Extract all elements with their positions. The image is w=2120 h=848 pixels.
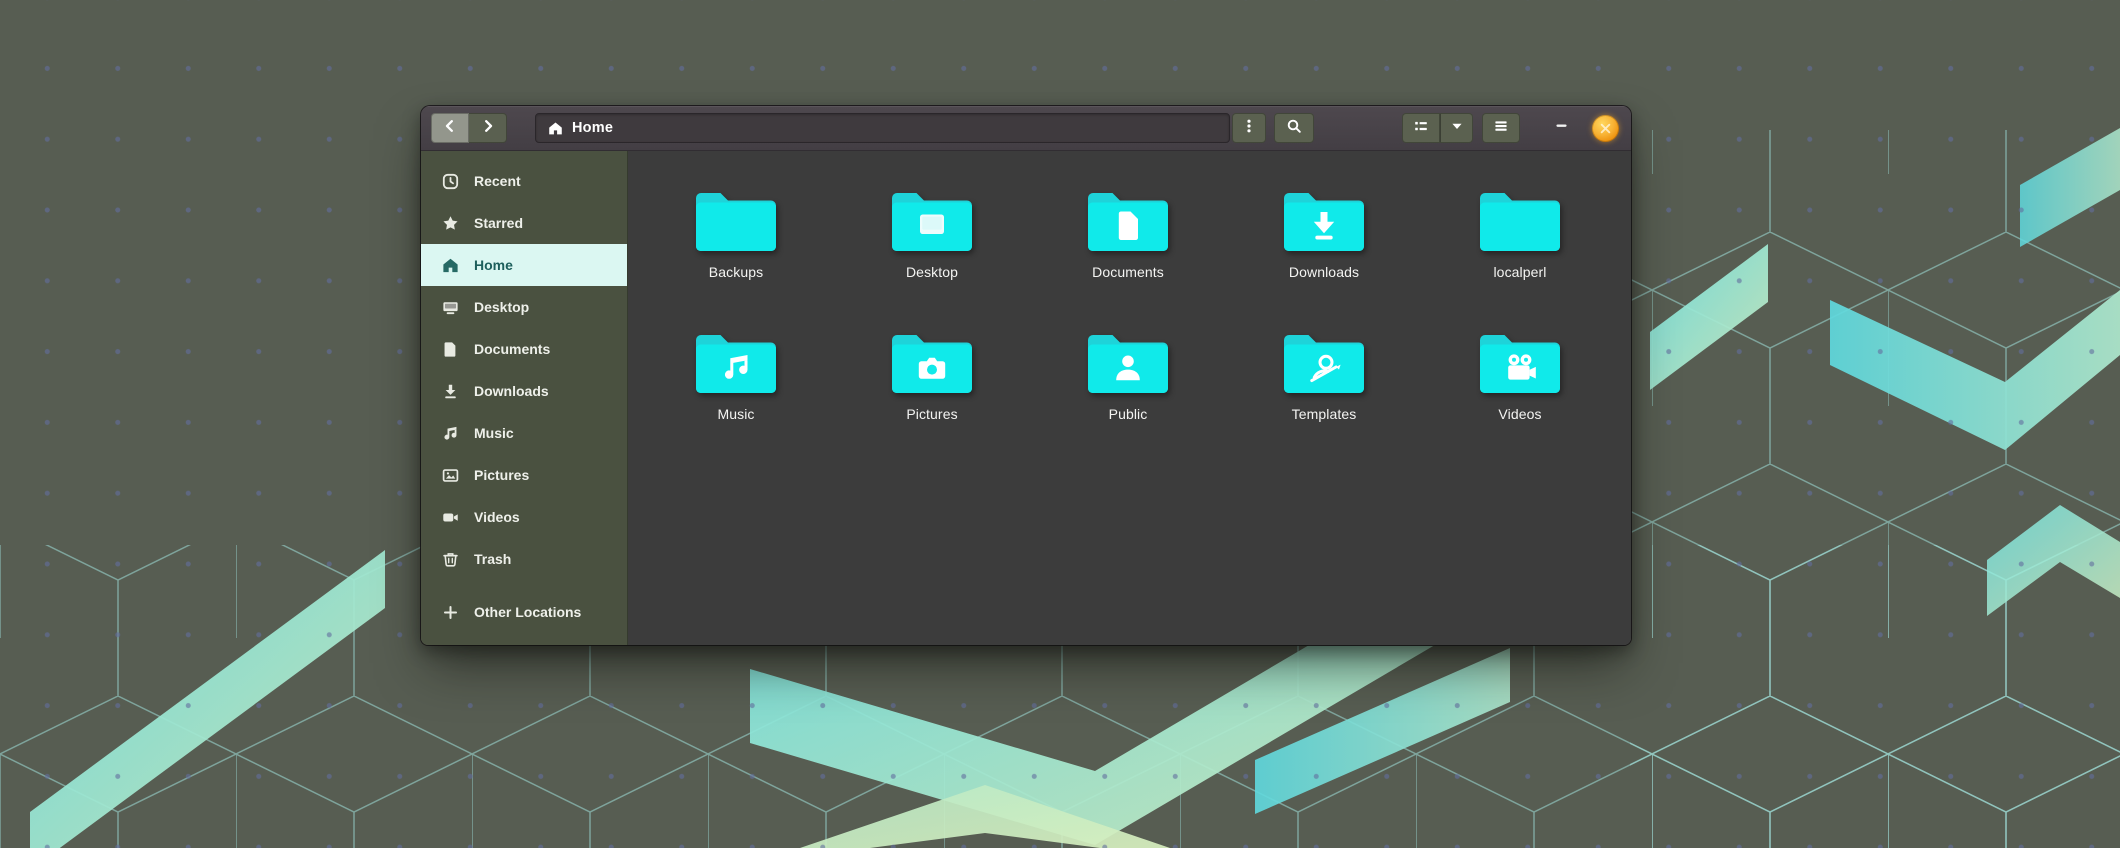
file-item-templates[interactable]: Templates bbox=[1226, 327, 1422, 469]
window-body: Recent Starred Home Desktop Documents Downloa… bbox=[421, 151, 1631, 645]
file-label: Pictures bbox=[906, 406, 958, 422]
sidebar-item-pictures[interactable]: Pictures bbox=[421, 454, 627, 496]
file-item-desktop[interactable]: Desktop bbox=[834, 185, 1030, 327]
sidebar-item-label: Trash bbox=[474, 551, 512, 567]
file-label: Public bbox=[1108, 406, 1148, 422]
sidebar-item-music[interactable]: Music bbox=[421, 412, 627, 454]
sidebar-item-videos[interactable]: Videos bbox=[421, 496, 627, 538]
file-manager-window: Home Recent Starred Home Desktop Documen… bbox=[421, 106, 1631, 645]
file-item-music[interactable]: Music bbox=[638, 327, 834, 469]
sidebar-item-documents[interactable]: Documents bbox=[421, 328, 627, 370]
sidebar-item-desktop[interactable]: Desktop bbox=[421, 286, 627, 328]
path-label: Home bbox=[572, 120, 614, 136]
file-label: Documents bbox=[1092, 264, 1164, 280]
file-label: localperl bbox=[1493, 264, 1547, 280]
list-view-icon bbox=[1413, 118, 1429, 139]
folder-icon bbox=[1284, 193, 1364, 251]
sidebar-item-label: Downloads bbox=[474, 383, 549, 399]
home-icon bbox=[548, 121, 563, 136]
file-label: Downloads bbox=[1288, 264, 1360, 280]
file-label: Videos bbox=[1498, 406, 1542, 422]
star-icon bbox=[442, 215, 459, 232]
file-label: Desktop bbox=[905, 264, 959, 280]
home-icon bbox=[442, 257, 459, 274]
clock-icon bbox=[442, 173, 459, 190]
caret-down-icon bbox=[1449, 118, 1465, 139]
sidebar-item-label: Home bbox=[474, 257, 513, 273]
list-view-button[interactable] bbox=[1402, 113, 1440, 143]
sidebar-item-recent[interactable]: Recent bbox=[421, 160, 627, 202]
sidebar-item-label: Pictures bbox=[474, 467, 530, 483]
folder-icon bbox=[892, 193, 972, 251]
sidebar-item-trash[interactable]: Trash bbox=[421, 538, 627, 580]
folder-icon bbox=[1480, 193, 1560, 251]
file-grid: Backups Desktop Documents Downloads localper… bbox=[628, 151, 1631, 645]
folder-icon bbox=[1284, 335, 1364, 393]
search-icon bbox=[1286, 118, 1302, 139]
file-item-backups[interactable]: Backups bbox=[638, 185, 834, 327]
sidebar-item-starred[interactable]: Starred bbox=[421, 202, 627, 244]
folder-icon bbox=[696, 335, 776, 393]
search-button[interactable] bbox=[1274, 113, 1314, 143]
kebab-menu-icon bbox=[1241, 118, 1257, 139]
back-button[interactable] bbox=[431, 113, 469, 143]
sidebar-item-home[interactable]: Home bbox=[421, 244, 627, 286]
sidebar-item-label: Starred bbox=[474, 215, 524, 231]
minimize-button[interactable] bbox=[1546, 113, 1576, 143]
sidebar-item-label: Recent bbox=[474, 173, 521, 189]
location-menu-button[interactable] bbox=[1232, 113, 1266, 143]
file-item-localperl[interactable]: localperl bbox=[1422, 185, 1618, 327]
app-menu-button[interactable] bbox=[1482, 113, 1520, 143]
titlebar: Home bbox=[421, 106, 1631, 151]
sidebar-item-other-locations[interactable]: Other Locations bbox=[421, 591, 627, 633]
folder-icon bbox=[892, 335, 972, 393]
sidebar: Recent Starred Home Desktop Documents Downloa… bbox=[421, 151, 628, 645]
plus-icon bbox=[442, 604, 459, 621]
file-item-documents[interactable]: Documents bbox=[1030, 185, 1226, 327]
music-icon bbox=[442, 425, 459, 442]
trash-icon bbox=[442, 551, 459, 568]
folder-icon bbox=[1088, 193, 1168, 251]
document-icon bbox=[442, 341, 459, 358]
folder-icon bbox=[1480, 335, 1560, 393]
sidebar-item-label: Documents bbox=[474, 341, 551, 357]
chevron-right-icon bbox=[480, 118, 496, 139]
file-label: Backups bbox=[708, 264, 764, 280]
sidebar-item-label: Other Locations bbox=[474, 604, 582, 620]
file-item-public[interactable]: Public bbox=[1030, 327, 1226, 469]
download-icon bbox=[442, 383, 459, 400]
sidebar-item-label: Videos bbox=[474, 509, 520, 525]
video-icon bbox=[442, 509, 459, 526]
navigation-buttons bbox=[431, 113, 507, 143]
hamburger-menu-icon bbox=[1493, 118, 1509, 139]
desktop-icon bbox=[442, 299, 459, 316]
view-toggle-group bbox=[1402, 113, 1473, 143]
sidebar-item-downloads[interactable]: Downloads bbox=[421, 370, 627, 412]
folder-icon bbox=[1088, 335, 1168, 393]
file-label: Music bbox=[717, 406, 755, 422]
close-button[interactable] bbox=[1592, 114, 1619, 142]
file-label: Templates bbox=[1291, 406, 1357, 422]
path-bar[interactable]: Home bbox=[535, 113, 1230, 143]
folder-icon bbox=[696, 193, 776, 251]
file-item-videos[interactable]: Videos bbox=[1422, 327, 1618, 469]
file-item-pictures[interactable]: Pictures bbox=[834, 327, 1030, 469]
chevron-left-icon bbox=[442, 118, 458, 139]
minimize-icon bbox=[1554, 118, 1569, 138]
sidebar-item-label: Music bbox=[474, 425, 514, 441]
view-options-dropdown-button[interactable] bbox=[1440, 113, 1473, 143]
forward-button[interactable] bbox=[469, 113, 507, 143]
sidebar-item-label: Desktop bbox=[474, 299, 530, 315]
picture-icon bbox=[442, 467, 459, 484]
file-item-downloads[interactable]: Downloads bbox=[1226, 185, 1422, 327]
